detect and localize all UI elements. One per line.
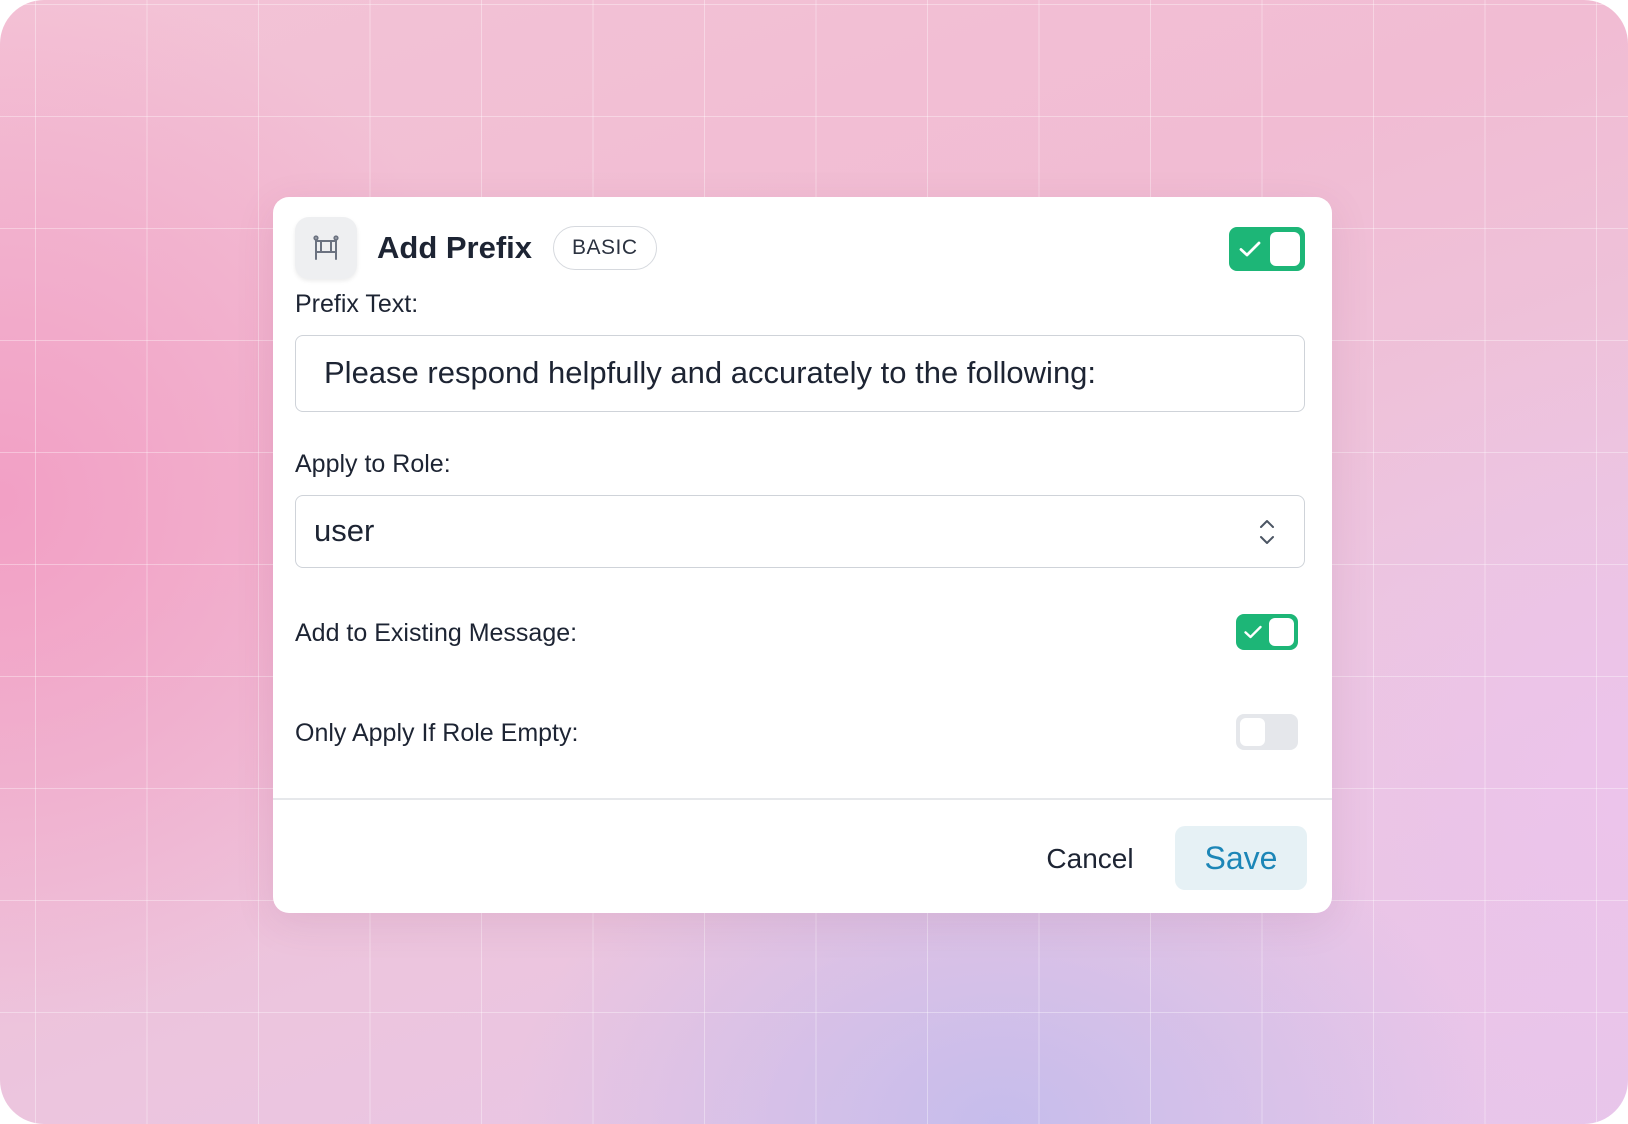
prefix-text-label: Prefix Text: [295,290,419,318]
toggle-knob [1270,232,1300,266]
toggle-knob [1240,718,1265,746]
role-select-value: user [314,513,375,548]
toggle-knob [1269,618,1294,646]
level-badge: BASIC [553,226,657,270]
add-to-existing-label: Add to Existing Message: [295,619,578,647]
role-select[interactable]: user [295,495,1305,568]
footer-divider [273,798,1332,800]
only-if-empty-label: Only Apply If Role Empty: [295,719,579,747]
save-button[interactable]: Save [1175,826,1307,890]
check-icon [1244,625,1262,639]
prefix-text-input[interactable]: Please respond helpfully and accurately … [295,335,1305,412]
enable-toggle[interactable] [1229,227,1305,271]
check-icon [1239,241,1261,257]
only-if-empty-toggle[interactable] [1236,714,1298,750]
add-to-existing-toggle[interactable] [1236,614,1298,650]
cancel-button[interactable]: Cancel [1040,839,1140,879]
add-prefix-dialog: Add Prefix BASIC Prefix Text: Please res… [273,197,1332,913]
arch-frame-icon [295,217,357,279]
chevron-up-down-icon [1260,520,1274,544]
prefix-text-value: Please respond helpfully and accurately … [324,355,1097,390]
apply-to-role-label: Apply to Role: [295,450,451,478]
dialog-title: Add Prefix [377,230,533,265]
